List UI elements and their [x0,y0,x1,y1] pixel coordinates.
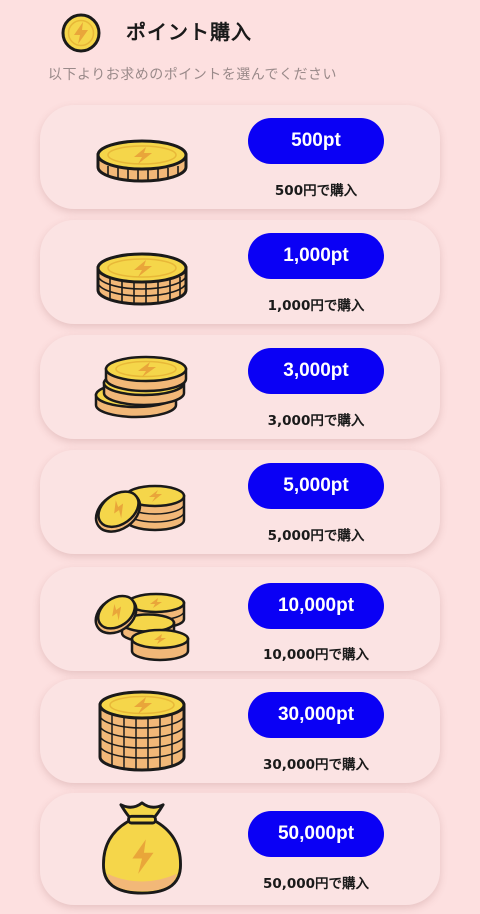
coin-stack-icon [96,252,188,306]
points-10000-button[interactable]: 10,000pt [248,583,384,629]
tall-coin-stack-icon [98,690,186,772]
points-30000-button[interactable]: 30,000pt [248,692,384,738]
points-1000-button[interactable]: 1,000pt [248,233,384,279]
package-card-1000: 1,000pt 1,000円で購入 [40,220,440,324]
price-label: 30,000円で購入 [262,757,370,773]
package-card-3000: 3,000pt 3,000円で購入 [40,335,440,439]
header: ポイント購入 [0,0,480,64]
page-subtitle: 以下よりお求めのポイントを選んでください [48,67,338,83]
package-card-5000: 5,000pt 5,000円で購入 [40,450,440,554]
points-5000-button[interactable]: 5,000pt [248,463,384,509]
points-50000-button[interactable]: 50,000pt [248,811,384,857]
money-bag-icon [102,801,182,895]
price-label: 1,000円で購入 [267,298,365,314]
coins-scattered-icon [94,592,190,662]
package-card-30000: 30,000pt 30,000円で購入 [40,679,440,783]
price-label: 3,000円で購入 [267,413,365,429]
package-card-500: 500pt 500円で購入 [40,105,440,209]
page-title: ポイント購入 [126,20,252,44]
lightning-coin-icon [61,13,101,53]
coins-with-stack-icon [94,484,186,533]
price-label: 10,000円で購入 [262,647,370,663]
coin-pile-icon [94,355,188,419]
price-label: 500円で購入 [274,183,358,199]
points-3000-button[interactable]: 3,000pt [248,348,384,394]
price-label: 50,000円で購入 [262,876,370,892]
single-coin-icon [96,139,188,183]
price-label: 5,000円で購入 [267,528,365,544]
package-card-10000: 10,000pt 10,000円で購入 [40,567,440,671]
points-500-button[interactable]: 500pt [248,118,384,164]
package-card-50000: 50,000pt 50,000円で購入 [40,793,440,905]
